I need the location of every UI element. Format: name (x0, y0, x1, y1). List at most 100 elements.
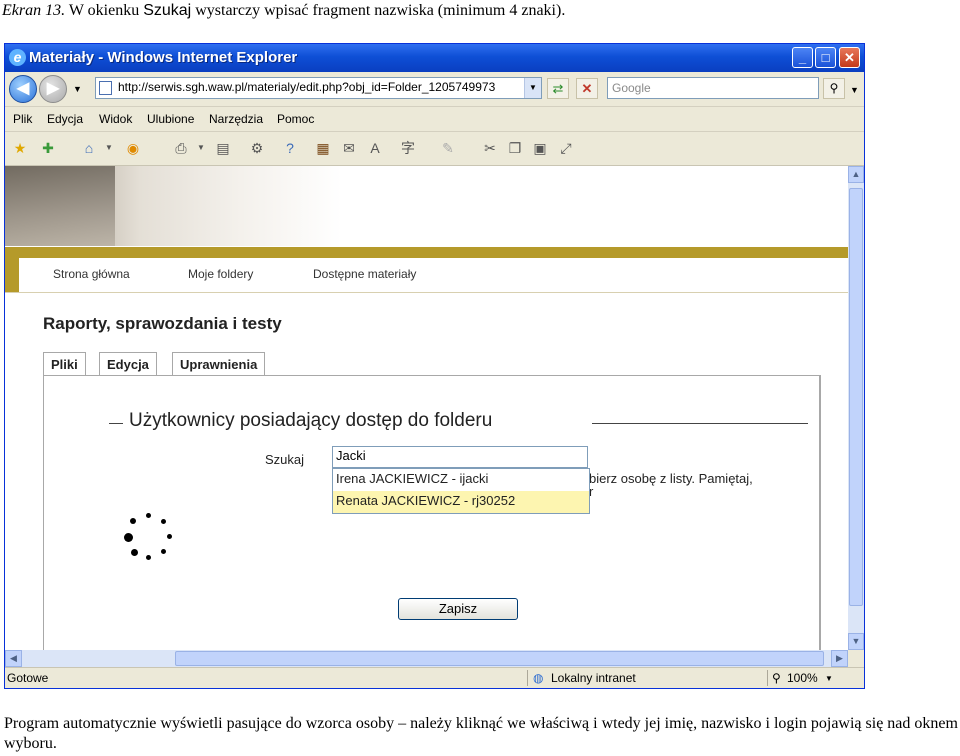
zoom-icon: ⚲ (772, 671, 781, 685)
nav-moje-foldery[interactable]: Moje foldery (188, 267, 253, 281)
vertical-scrollbar[interactable]: ▲ ▼ (848, 166, 864, 650)
zone-text: Lokalny intranet (551, 671, 636, 685)
font-icon[interactable]: A (365, 139, 385, 157)
mail-icon[interactable]: ✉ (339, 139, 359, 157)
nav-separator (5, 292, 848, 293)
spinner-dot (146, 513, 151, 518)
nav-dostepne-materialy[interactable]: Dostępne materiały (313, 267, 416, 281)
add-favorites-icon[interactable]: ✚ (38, 139, 58, 157)
search-input[interactable]: Google (607, 77, 819, 99)
help-icon[interactable]: ? (280, 139, 300, 157)
nav-strona-glowna[interactable]: Strona główna (53, 267, 130, 281)
side-gold-bar (5, 258, 19, 292)
fieldset-line-right (592, 423, 808, 424)
print-dropdown-icon[interactable]: ▼ (191, 139, 211, 157)
cut-icon[interactable]: ✂ (480, 139, 500, 157)
encoding-icon[interactable]: 字 (398, 139, 418, 157)
spinner-dot (124, 533, 133, 542)
banner-photo (5, 166, 848, 246)
search-options-icon[interactable]: ▼ (850, 85, 859, 95)
spinner-dot (161, 519, 166, 524)
title-bar: e Materiały - Windows Internet Explorer … (5, 44, 864, 72)
command-bar: ★ ✚ ⌂ ▼ ◉ ⎙ ▼ ▤ ⚙ ? ▦ ✉ A 字 ✎ ✂ ❐ ▣ ⤢ (5, 132, 864, 166)
tab-uprawnienia[interactable]: Uprawnienia (172, 352, 266, 377)
fullscreen-icon[interactable]: ⤢ (556, 139, 576, 157)
user-search-input[interactable]: Jacki (332, 446, 588, 468)
search-placeholder: Google (612, 81, 651, 95)
fieldset-legend: Użytkownicy posiadający dostęp do folder… (129, 410, 493, 431)
tab-edycja[interactable]: Edycja (99, 352, 157, 376)
url-text: http://serwis.sgh.waw.pl/materialy/edit.… (118, 80, 496, 94)
edit-pencil-icon[interactable]: ✎ (438, 139, 458, 157)
url-dropdown-icon[interactable]: ▼ (524, 78, 541, 98)
forward-button[interactable]: ▶ (39, 75, 67, 103)
gold-bar (5, 247, 848, 258)
scroll-down-icon[interactable]: ▼ (848, 633, 864, 650)
maximize-button[interactable]: □ (815, 47, 836, 68)
history-dropdown-icon[interactable]: ▼ (73, 84, 82, 94)
site-nav: Strona główna Moje foldery Dostępne mate… (19, 258, 848, 292)
menu-pomoc[interactable]: Pomoc (277, 112, 314, 126)
fieldset-line-left (109, 423, 123, 424)
horizontal-scroll-thumb[interactable] (175, 651, 824, 666)
window-title: Materiały - Windows Internet Explorer (29, 49, 298, 66)
home-dropdown-icon[interactable]: ▼ (99, 139, 119, 157)
tab-pliki[interactable]: Pliki (43, 352, 86, 376)
caption-top: Ekran 13. W okienku Szukaj wystarczy wpi… (2, 2, 565, 20)
caption-bottom: Program automatycznie wyświetli pasujące… (4, 715, 958, 752)
paste-icon[interactable]: ▣ (530, 139, 550, 157)
minimize-button[interactable]: _ (792, 47, 813, 68)
menu-plik[interactable]: Plik (13, 112, 32, 126)
page-icon (99, 81, 112, 95)
search-icon[interactable]: ⚲ (823, 78, 845, 99)
spinner-dot (130, 518, 136, 524)
caption-text-before: W okienku (68, 2, 140, 19)
research-icon[interactable]: ▦ (313, 139, 333, 157)
refresh-icon[interactable]: ⇄ (547, 78, 569, 99)
spinner-dot (167, 534, 172, 539)
caption-label: Ekran 13. (2, 2, 66, 19)
tools-gear-icon[interactable]: ⚙ (247, 139, 267, 157)
save-button[interactable]: Zapisz (398, 598, 518, 620)
caption-text-after: wystarczy wpisać fragment nazwiska (mini… (195, 2, 566, 19)
back-button[interactable]: ◀ (9, 75, 37, 103)
spinner-dot (161, 549, 166, 554)
spinner-dot (146, 555, 151, 560)
url-input[interactable]: http://serwis.sgh.waw.pl/materialy/edit.… (95, 77, 542, 99)
menu-edycja[interactable]: Edycja (47, 112, 83, 126)
feeds-icon[interactable]: ◉ (123, 139, 143, 157)
status-separator (767, 670, 768, 686)
home-icon[interactable]: ⌂ (79, 139, 99, 157)
horizontal-scrollbar[interactable]: ◀ ▶ (5, 650, 848, 667)
suggestion-item[interactable]: Irena JACKIEWICZ - ijacki (333, 469, 589, 491)
favorites-star-icon[interactable]: ★ (10, 139, 30, 157)
menu-widok[interactable]: Widok (99, 112, 132, 126)
suggestion-list: Irena JACKIEWICZ - ijacki Renata JACKIEW… (332, 468, 590, 514)
page-title: Raporty, sprawozdania i testy (43, 314, 282, 333)
page-menu-icon[interactable]: ▤ (213, 139, 233, 157)
status-separator (527, 670, 528, 686)
stop-icon[interactable]: ✕ (576, 78, 598, 99)
spinner-dot (131, 549, 138, 556)
scroll-right-icon[interactable]: ▶ (831, 650, 848, 667)
zoom-level[interactable]: 100% (787, 671, 818, 685)
address-bar: ◀ ▶ ▼ http://serwis.sgh.waw.pl/materialy… (5, 72, 864, 106)
hint-text: bierz osobę z listy. Pamiętaj, (589, 471, 753, 486)
search-label: Szukaj (265, 452, 305, 467)
status-text: Gotowe (7, 671, 49, 685)
vertical-scroll-thumb[interactable] (849, 188, 863, 606)
scroll-up-icon[interactable]: ▲ (848, 166, 864, 183)
scroll-left-icon[interactable]: ◀ (5, 650, 22, 667)
close-button[interactable]: ✕ (839, 47, 860, 68)
copy-icon[interactable]: ❐ (505, 139, 525, 157)
browser-window: e Materiały - Windows Internet Explorer … (4, 43, 865, 689)
banner-photo-figure (5, 166, 115, 246)
suggestion-item-highlighted[interactable]: Renata JACKIEWICZ - rj30252 (333, 491, 589, 513)
print-icon[interactable]: ⎙ (171, 139, 191, 157)
menu-narzedzia[interactable]: Narzędzia (209, 112, 263, 126)
zoom-dropdown-icon[interactable]: ▼ (825, 674, 833, 683)
caption-keyword: Szukaj (143, 2, 192, 19)
permissions-panel: Użytkownicy posiadający dostęp do folder… (43, 375, 821, 650)
intranet-globe-icon: ◍ (533, 671, 544, 685)
menu-ulubione[interactable]: Ulubione (147, 112, 194, 126)
